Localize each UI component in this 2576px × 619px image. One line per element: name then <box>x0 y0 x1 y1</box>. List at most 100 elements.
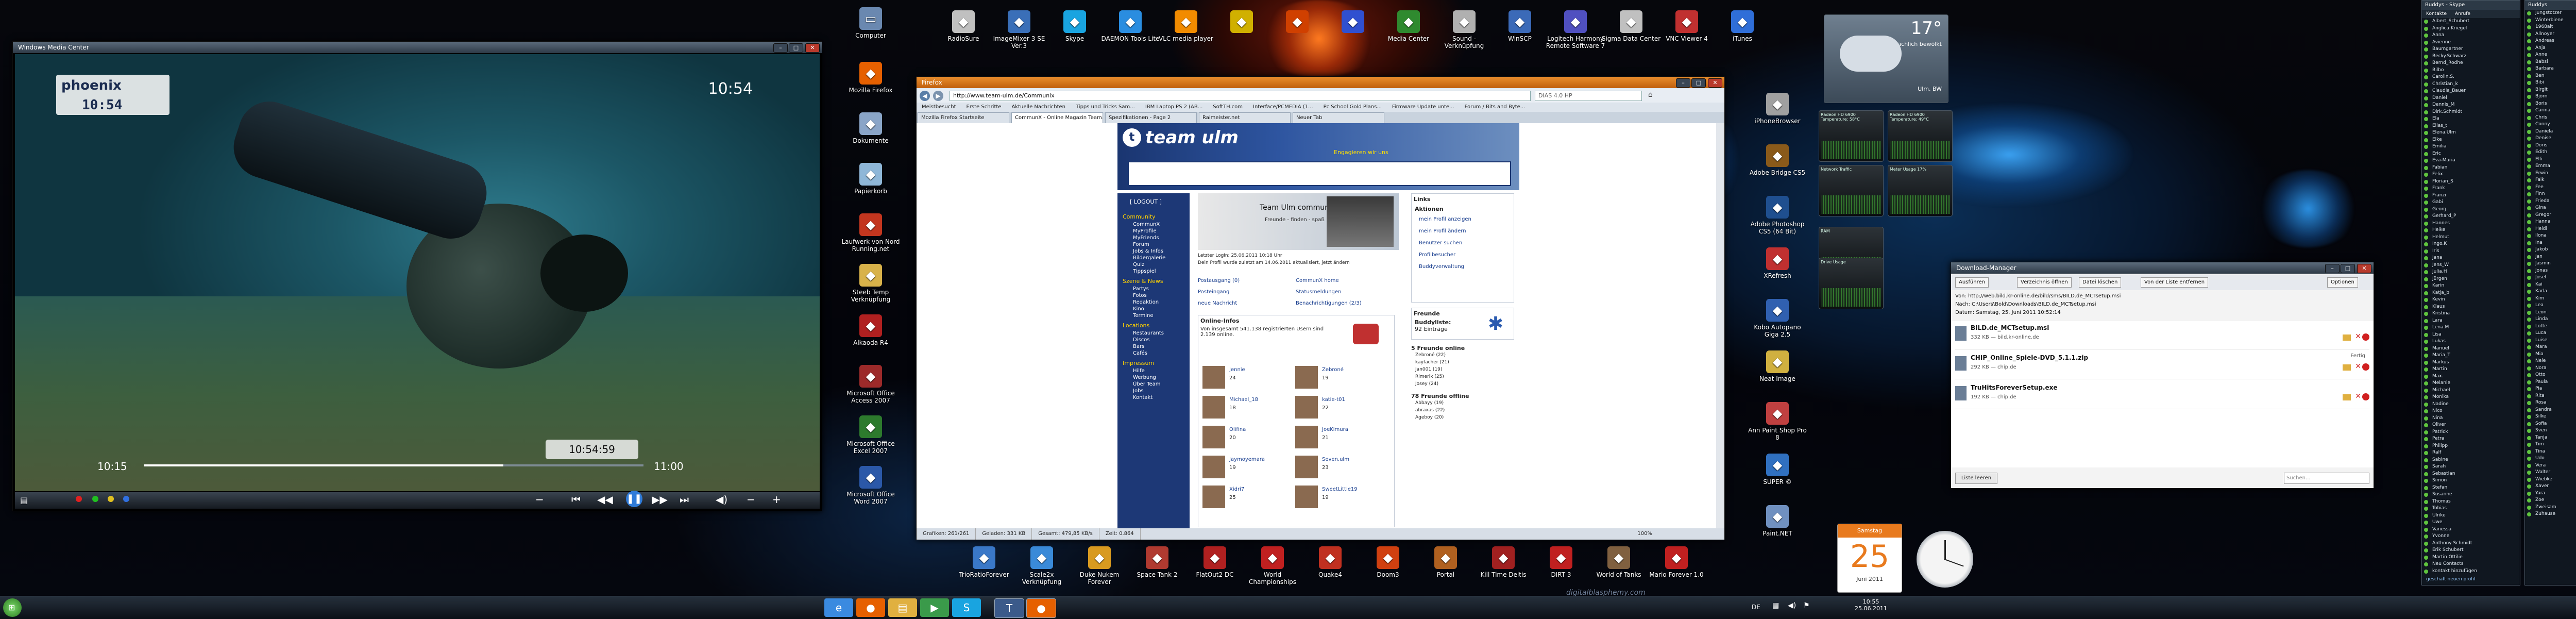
sidebar-contact[interactable]: Nina <box>2422 415 2520 422</box>
close-button[interactable]: ✕ <box>805 43 820 53</box>
minimize-button[interactable]: – <box>1676 78 1690 88</box>
sidebar2-contact[interactable]: Tina <box>2525 448 2576 456</box>
blue-button-icon[interactable] <box>123 496 129 502</box>
desktop-icon[interactable]: ◆ World Championships <box>1242 546 1303 585</box>
sidebar-contact[interactable]: Petra <box>2422 436 2520 443</box>
sidebar-contact[interactable]: Simon <box>2422 477 2520 484</box>
firefox-running-icon[interactable]: ● <box>1026 598 1056 618</box>
sidebar2-contact[interactable]: Birgit <box>2525 87 2576 94</box>
browser-window[interactable]: Firefox – □ ✕ ◀ ▶ http://www.team-ulm.de… <box>916 76 1725 540</box>
delete-icon[interactable]: ✕ <box>2355 332 2361 341</box>
sidebar2-contact[interactable]: Emma <box>2525 163 2576 170</box>
sidebar-contact[interactable]: Christian_k <box>2422 81 2520 88</box>
player-titlebar[interactable]: Windows Media Center <box>13 42 822 53</box>
browser-tab[interactable]: CommunX - Online Magazin Team... <box>1011 112 1103 123</box>
sidebar2-contact[interactable]: Luca <box>2525 330 2576 337</box>
minimize-button[interactable]: – <box>2325 264 2340 273</box>
desktop-icon[interactable]: ◆ Ann Paint Shop Pro 8 <box>1747 402 1808 441</box>
sidebar2-contact[interactable]: Babsi <box>2525 59 2576 66</box>
desktop-icon[interactable]: ◆ Alkaoda R4 <box>840 314 902 346</box>
folder-icon[interactable] <box>2343 394 2351 400</box>
sidebar2-contact[interactable]: Finn <box>2525 191 2576 198</box>
start-button[interactable]: ⊞ <box>3 598 22 617</box>
nav-item[interactable]: Jobs <box>1117 388 1190 394</box>
explorer-icon[interactable]: ▤ <box>888 598 917 617</box>
profile-note[interactable]: Dein Profil wurde zuletzt am 14.06.2011 … <box>1198 260 1350 265</box>
sidebar-contact[interactable]: Avienne <box>2422 39 2520 46</box>
video-frame[interactable]: phoenix 10:54 10:54 10:54:59 10:15 11:00 <box>15 54 820 491</box>
sidebar-contact[interactable]: Melanie <box>2422 380 2520 387</box>
sidebar-contact[interactable]: Heike <box>2422 227 2520 234</box>
sidebar2-contact[interactable]: Anja <box>2525 45 2576 52</box>
sidebar2-contact[interactable]: Yara <box>2525 490 2576 497</box>
search-field[interactable]: DIAS 4.0 HP <box>1535 91 1642 101</box>
desktop-icon[interactable]: ◆ Scale2x Verknüpfung <box>1011 546 1073 585</box>
sidebar2-contact[interactable]: Jonas <box>2525 267 2576 275</box>
sidebar2-contact[interactable]: Mia <box>2525 351 2576 358</box>
nav-item[interactable]: Fotos <box>1117 292 1190 299</box>
desktop-icon[interactable]: ◆ Microsoft Office Access 2007 <box>840 365 902 404</box>
sidebar2-contact[interactable]: Hanna <box>2525 219 2576 226</box>
desktop-icon[interactable]: ◆ Neat Image <box>1747 350 1808 382</box>
sidebar-contact[interactable]: Julia.H <box>2422 269 2520 276</box>
sidebar2-contact[interactable]: Heidi <box>2525 226 2576 233</box>
sidebar-contact[interactable]: Helmut <box>2422 234 2520 241</box>
desktop-icon[interactable]: ◆ Papierkorb <box>840 163 902 195</box>
desktop-icon[interactable]: ◆ DAEMON Tools Lite <box>1099 10 1161 42</box>
sidebar-contact[interactable]: Baumgartner <box>2422 46 2520 53</box>
sidebar-contact[interactable]: Lara <box>2422 317 2520 325</box>
action-link[interactable]: Benutzer suchen <box>1412 237 1514 249</box>
sidebar2-contact[interactable]: 1968alt <box>2525 24 2576 31</box>
meta-to[interactable]: C:\Users\Bold\Downloads\BILD.de_MCTsetup… <box>1972 302 2096 307</box>
sidebar2-contact[interactable]: Tim <box>2525 441 2576 448</box>
sidebar2-contact[interactable]: Andreas <box>2525 38 2576 45</box>
sidebar2-contact[interactable]: Allnoyer <box>2525 31 2576 38</box>
menu-icon[interactable]: ▤ <box>20 495 28 505</box>
sidebar-contact[interactable]: Anna <box>2422 32 2520 39</box>
user-card[interactable]: Michael_18 18 <box>1202 395 1290 423</box>
bookmark-item[interactable]: Meistbesucht <box>917 103 961 112</box>
sidebar-contact[interactable]: Patrick <box>2422 429 2520 436</box>
nav-item[interactable]: Partys <box>1117 286 1190 292</box>
nav-item[interactable]: CommunX <box>1117 221 1190 228</box>
browser-tab[interactable]: Raimeister.net <box>1199 112 1291 123</box>
download-toolbar-button[interactable]: Datei löschen <box>2079 277 2122 288</box>
meter-gadget[interactable]: Drive Usage <box>1819 258 1884 309</box>
user-name[interactable]: Jennie <box>1229 367 1245 373</box>
sidebar2-contact[interactable]: Doris <box>2525 142 2576 149</box>
sidebar-contact[interactable]: Eva-Maria <box>2422 157 2520 164</box>
meter-gadget[interactable]: Meter Usage 17% <box>1888 165 1953 216</box>
sidebar-contact[interactable]: Monika <box>2422 394 2520 401</box>
volume-down-icon[interactable]: − <box>747 493 755 506</box>
user-name[interactable]: Jaymoyemara <box>1229 457 1265 462</box>
sidebar2-contact[interactable]: Carina <box>2525 107 2576 114</box>
sidebar2-contact[interactable]: Jan <box>2525 254 2576 261</box>
nav-item[interactable]: Kino <box>1117 306 1190 312</box>
sidebar2-contact[interactable]: Vera <box>2525 462 2576 470</box>
buddy-sidebar[interactable]: Buddys - Skype Kontakte Anrufe Albert_Sch… <box>2421 0 2520 585</box>
record-icon[interactable] <box>76 496 82 502</box>
desktop-icon[interactable]: ◆ Portal <box>1415 546 1477 578</box>
timeline-track[interactable] <box>144 464 643 466</box>
sidebar-tab[interactable]: Kontakte <box>2422 10 2451 18</box>
friend-offline[interactable]: Ageboy (20) <box>1411 414 1514 421</box>
desktop-icon[interactable]: ◆ Kobo Autopano Giga 2.5 <box>1747 299 1808 338</box>
bookmark-item[interactable]: IBM Laptop PS 2 (AB... <box>1140 103 1208 112</box>
sidebar2-contact[interactable]: Mara <box>2525 344 2576 351</box>
nav-item[interactable]: Bars <box>1117 343 1190 350</box>
volume-tray-icon[interactable]: ◀) <box>1788 601 1796 610</box>
maximize-button[interactable]: □ <box>789 43 803 53</box>
skip-icon[interactable]: ⏭ <box>680 493 689 506</box>
sidebar2-contact[interactable]: Nora <box>2525 365 2576 372</box>
sidebar-contact[interactable]: Claudia_Bauer <box>2422 88 2520 95</box>
sidebar2-contact[interactable]: Udo <box>2525 455 2576 462</box>
sidebar2-contact[interactable]: Ina <box>2525 240 2576 247</box>
desktop-icon[interactable]: ◆ DIRT 3 <box>1530 546 1592 578</box>
home-icon[interactable]: ⌂ <box>1648 91 1653 99</box>
maximize-button[interactable]: □ <box>1691 78 1706 88</box>
sidebar2-contact[interactable]: Tanja <box>2525 434 2576 442</box>
sidebar-contact[interactable]: Thomas <box>2422 498 2520 506</box>
sidebar2-contact[interactable]: Zoe <box>2525 497 2576 504</box>
mail-link[interactable]: neue Nachricht <box>1198 300 1237 306</box>
sidebar2-contact[interactable]: Rosa <box>2525 399 2576 407</box>
